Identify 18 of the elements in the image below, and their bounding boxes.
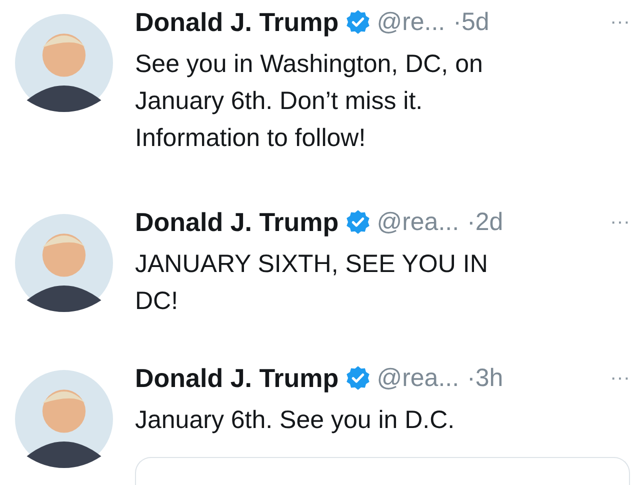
tweet-time[interactable]: ·5d bbox=[453, 8, 490, 36]
avatar-icon[interactable] bbox=[15, 370, 113, 468]
user-handle[interactable]: @rea... bbox=[376, 208, 460, 236]
user-handle[interactable]: @re... bbox=[376, 8, 446, 36]
user-name[interactable]: Donald J. Trump bbox=[135, 362, 339, 394]
tweet-text: JANUARY SIXTH, SEE YOU IN DC! bbox=[135, 249, 489, 317]
user-name[interactable]: Donald J. Trump bbox=[135, 206, 339, 238]
more-button[interactable]: ··· bbox=[610, 366, 630, 390]
avatar-icon[interactable] bbox=[15, 14, 113, 112]
avatar-icon[interactable] bbox=[15, 214, 113, 312]
tweet-time[interactable]: ·2d bbox=[467, 208, 504, 236]
tweet-time[interactable]: ·3h bbox=[467, 364, 504, 392]
user-name[interactable]: Donald J. Trump bbox=[135, 6, 339, 38]
user-handle[interactable]: @rea... bbox=[376, 364, 460, 392]
more-button[interactable]: ··· bbox=[610, 210, 630, 234]
tweet-text: January 6th. See you in D.C. bbox=[135, 405, 456, 436]
tweet-text: See you in Washington, DC, on January 6th. Don’t miss it. Information to follow! bbox=[135, 49, 484, 154]
more-button[interactable]: ··· bbox=[610, 10, 630, 34]
